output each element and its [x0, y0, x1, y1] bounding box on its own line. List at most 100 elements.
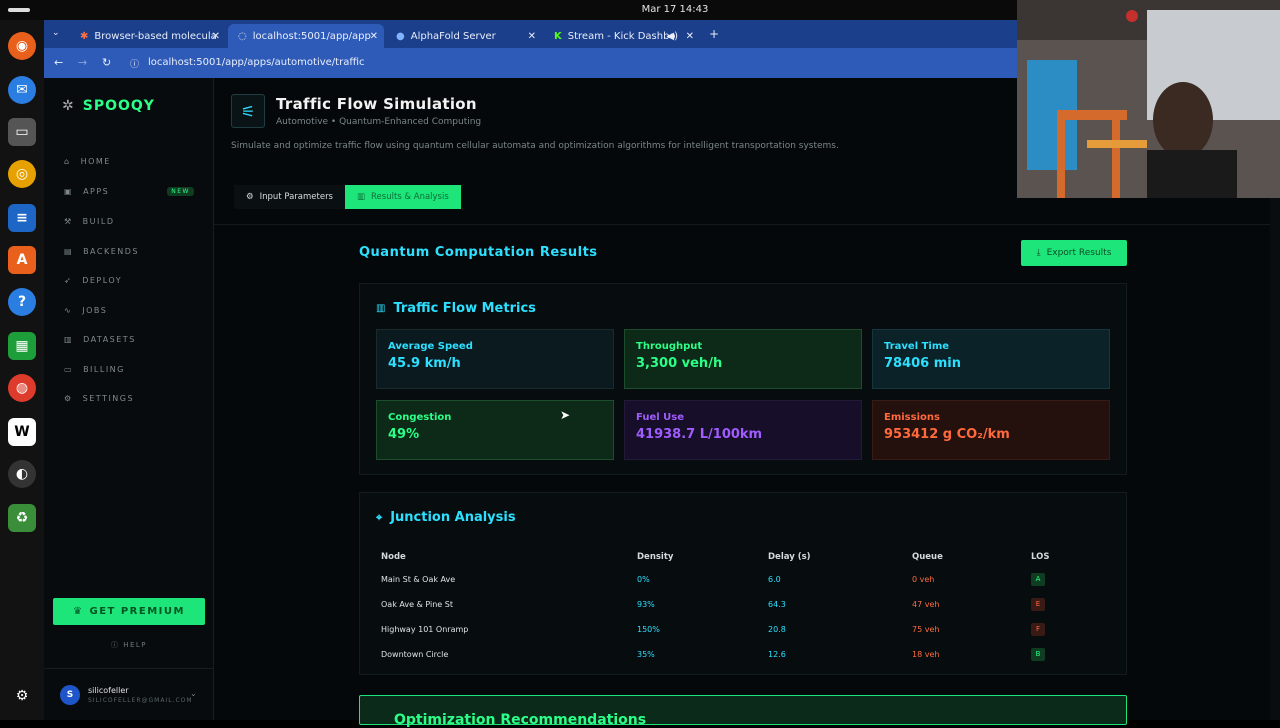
- metric-value: 953412 g CO₂/km: [884, 427, 1010, 442]
- sliders-icon: ⚟: [231, 94, 265, 128]
- queue-cell: 0 veh: [912, 575, 935, 584]
- forward-icon[interactable]: →: [78, 56, 87, 69]
- gear-icon: ⚙: [64, 394, 73, 403]
- metric-label: Fuel Use: [636, 412, 684, 423]
- tab-label: Results & Analysis: [371, 192, 449, 202]
- sidebar-item-billing[interactable]: ▭ BILLING: [64, 365, 194, 374]
- metrics-panel: ▥ Traffic Flow Metrics Average Speed 45.9 …: [359, 283, 1127, 475]
- sidebar-item-settings[interactable]: ⚙ SETTINGS: [64, 394, 194, 403]
- chevron-down-icon[interactable]: ⌄: [190, 689, 197, 698]
- tab-kick[interactable]: K Stream - Kick Dashbo ◀) ✕: [544, 24, 700, 48]
- metrics-title: ▥ Traffic Flow Metrics: [376, 301, 536, 316]
- site-info-icon[interactable]: ⓘ: [130, 57, 139, 70]
- page-subtitle: Automotive • Quantum-Enhanced Computing: [276, 117, 482, 127]
- column-header: Node: [381, 552, 406, 562]
- tab-list-chevron-icon[interactable]: ⌄: [52, 28, 60, 38]
- sidebar-item-label: BACKENDS: [83, 247, 139, 256]
- tab-label: AlphaFold Server: [410, 30, 496, 42]
- address-bar[interactable]: localhost:5001/app/apps/automotive/traff…: [148, 57, 365, 68]
- close-tab-icon[interactable]: ✕: [370, 31, 378, 42]
- download-icon: ⤓: [1036, 248, 1041, 258]
- files-icon[interactable]: ▭: [8, 118, 36, 146]
- delay-cell: 6.0: [768, 575, 781, 584]
- close-tab-icon[interactable]: ✕: [528, 31, 536, 42]
- sidebar-item-backends[interactable]: ▤ BACKENDS: [64, 247, 194, 256]
- metric-card-travel-time: Travel Time 78406 min: [872, 329, 1110, 389]
- sidebar-item-datasets[interactable]: ▥ DATASETS: [64, 335, 194, 344]
- app-dock: ◉ ✉ ▭ ◎ ≡ A ? ▦ ◍ W ◐ ♻ ⚙: [0, 20, 44, 720]
- metric-card-throughput: Throughput 3,300 veh/h: [624, 329, 862, 389]
- density-cell: 0%: [637, 575, 650, 584]
- metric-label: Travel Time: [884, 341, 950, 352]
- column-header: LOS: [1031, 552, 1050, 562]
- back-icon[interactable]: ←: [54, 56, 63, 69]
- close-tab-icon[interactable]: ✕: [212, 31, 220, 42]
- trash-icon[interactable]: ♻: [8, 504, 36, 532]
- junction-title-text: Junction Analysis: [390, 510, 516, 525]
- new-badge: NEW: [167, 187, 194, 196]
- tab-results-analysis[interactable]: ▥ Results & Analysis: [345, 185, 461, 209]
- webcam-overlay: [1017, 0, 1280, 198]
- export-results-button[interactable]: ⤓ Export Results: [1021, 240, 1127, 266]
- logo[interactable]: ✲ SPOOQY: [62, 98, 155, 114]
- sidebar-item-deploy[interactable]: ➶ DEPLOY: [64, 276, 194, 285]
- tab-label: localhost:5001/app/app: [252, 30, 371, 42]
- tab-favicon-icon: ✱: [80, 30, 89, 42]
- node-cell: Main St & Oak Ave: [381, 575, 456, 584]
- sidebar-item-label: JOBS: [82, 306, 108, 315]
- column-header: Delay (s): [768, 552, 811, 562]
- rhythmbox-icon[interactable]: ◎: [8, 160, 36, 188]
- help-icon[interactable]: ?: [8, 288, 36, 316]
- density-cell: 93%: [637, 600, 655, 609]
- webstorm-icon[interactable]: W: [8, 418, 36, 446]
- help-link[interactable]: ⓘ HELP: [44, 640, 214, 650]
- writer-icon[interactable]: ≡: [8, 204, 36, 232]
- show-apps-icon[interactable]: ⚙: [8, 682, 36, 710]
- calc-icon[interactable]: ▦: [8, 332, 36, 360]
- tab-favicon-icon: ●: [396, 30, 405, 42]
- sidebar-item-jobs[interactable]: ∿ JOBS: [64, 306, 194, 315]
- rocket-icon: ➶: [64, 276, 73, 285]
- sidebar-item-label: BUILD: [82, 217, 115, 226]
- sidebar-item-home[interactable]: ⌂ HOME: [64, 157, 194, 166]
- column-header: Density: [637, 552, 674, 562]
- build-icon: ⚒: [64, 217, 73, 226]
- los-badge: A: [1031, 573, 1045, 586]
- reload-icon[interactable]: ↻: [102, 56, 111, 69]
- tab-label: Stream - Kick Dashbo: [567, 30, 676, 42]
- thunderbird-icon[interactable]: ✉: [8, 76, 36, 104]
- obs-icon[interactable]: ◐: [8, 460, 36, 488]
- tab-molecular[interactable]: ✱ Browser-based molecula ✕: [70, 24, 226, 48]
- table-row: Highway 101 Onramp 150% 20.8 75 veh F: [381, 617, 1111, 642]
- sidebar-item-label: APPS: [83, 187, 110, 196]
- optimization-panel: Optimization Recommendations: [359, 695, 1127, 728]
- los-badge: E: [1031, 598, 1045, 611]
- metric-card-average-speed: Average Speed 45.9 km/h: [376, 329, 614, 389]
- get-premium-button[interactable]: ♛ GET PREMIUM: [53, 598, 205, 625]
- firefox-icon[interactable]: ◉: [8, 32, 36, 60]
- map-pin-icon: ⌖: [376, 510, 383, 524]
- mouse-cursor-icon: ➤: [560, 408, 571, 422]
- new-tab-icon[interactable]: +: [709, 27, 719, 41]
- metric-card-congestion: Congestion 49%: [376, 400, 614, 460]
- sidebar-item-apps[interactable]: ▣ APPS NEW: [64, 187, 194, 196]
- tab-alphafold[interactable]: ● AlphaFold Server ✕: [386, 24, 542, 48]
- junction-title: ⌖ Junction Analysis: [376, 510, 516, 525]
- los-badge: F: [1031, 623, 1045, 636]
- metric-card-fuel-use: Fuel Use 41938.7 L/100km: [624, 400, 862, 460]
- chrome-icon[interactable]: ◍: [8, 374, 36, 402]
- density-cell: 35%: [637, 650, 655, 659]
- user-profile[interactable]: S silicofeller SILICOFELLER@GMAIL.COM ⌄: [44, 668, 214, 720]
- metric-value: 78406 min: [884, 356, 962, 371]
- tab-localhost[interactable]: ◌ localhost:5001/app/app ✕: [228, 24, 384, 48]
- sidebar-item-build[interactable]: ⚒ BUILD: [64, 217, 194, 226]
- crown-icon: ♛: [73, 606, 84, 617]
- apps-icon: ▣: [64, 187, 74, 196]
- audio-icon[interactable]: ◀): [666, 31, 678, 42]
- tab-input-parameters[interactable]: ⚙ Input Parameters: [234, 185, 345, 209]
- close-tab-icon[interactable]: ✕: [686, 31, 694, 42]
- bar-chart-icon: ▥: [357, 192, 366, 202]
- user-email: SILICOFELLER@GMAIL.COM: [88, 697, 193, 704]
- delay-cell: 64.3: [768, 600, 786, 609]
- app-center-icon[interactable]: A: [8, 246, 36, 274]
